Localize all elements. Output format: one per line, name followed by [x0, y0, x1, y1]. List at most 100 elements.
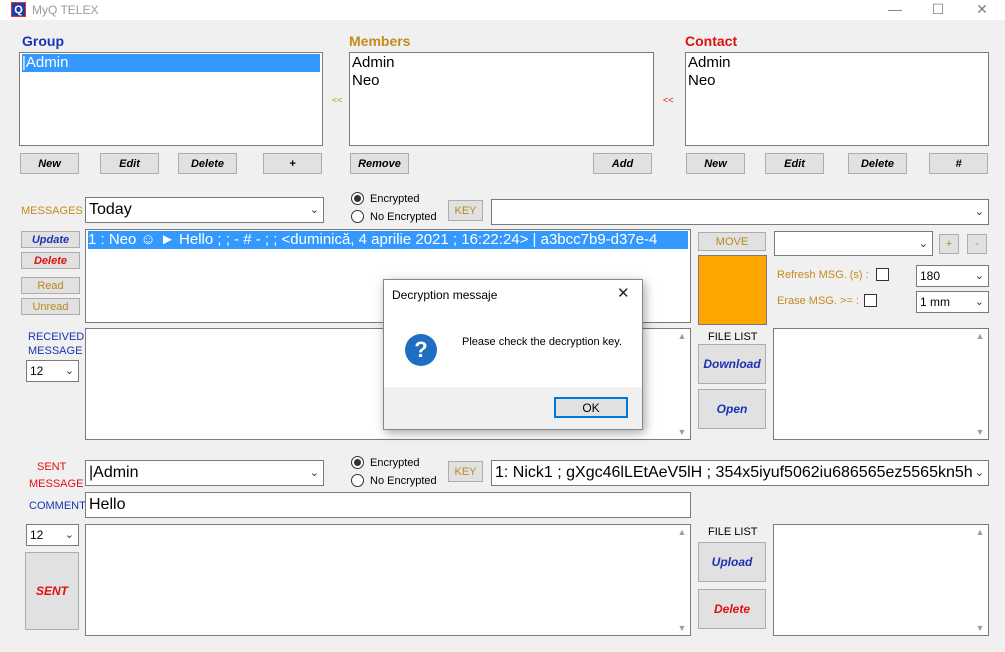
- sent-key-button[interactable]: KEY: [448, 461, 483, 482]
- received-file-list[interactable]: ▲ ▼: [773, 328, 989, 440]
- list-item[interactable]: Neo: [352, 72, 651, 90]
- sent-font-size-value: 12: [30, 528, 44, 542]
- dialog-message: Please check the decryption key.: [462, 336, 622, 348]
- move-target-select[interactable]: ⌄: [774, 231, 933, 256]
- dialog-title: Decryption messaje: [392, 288, 498, 302]
- list-item[interactable]: 1 : Neo ☺ ► Hello ; ; - # - ; ; <duminic…: [88, 231, 688, 249]
- delete-message-button[interactable]: Delete: [21, 252, 80, 269]
- list-item[interactable]: |Admin: [22, 54, 320, 72]
- refresh-interval-value: 180: [920, 269, 941, 283]
- upload-button[interactable]: Upload: [698, 542, 766, 582]
- delete-file-button[interactable]: Delete: [698, 589, 766, 629]
- refresh-interval-select[interactable]: 180 ⌄: [916, 265, 989, 287]
- refresh-checkbox[interactable]: [876, 268, 889, 281]
- members-move-arrow[interactable]: <<: [332, 95, 343, 105]
- messages-filter-select[interactable]: Today ⌄: [85, 197, 324, 223]
- comment-input[interactable]: Hello: [85, 492, 691, 518]
- scrollbar[interactable]: ▲ ▼: [972, 329, 988, 439]
- sent-label-line1: SENT: [37, 461, 67, 473]
- contact-delete-button[interactable]: Delete: [848, 153, 907, 174]
- list-item[interactable]: Neo: [688, 72, 986, 90]
- erase-interval-select[interactable]: 1 mm ⌄: [916, 291, 989, 313]
- scroll-up-icon[interactable]: ▲: [972, 527, 988, 537]
- refresh-label: Refresh MSG. (s) :: [777, 269, 869, 281]
- contact-new-button[interactable]: New: [686, 153, 745, 174]
- chevron-down-icon: ⌄: [64, 529, 74, 541]
- erase-interval-value: 1 mm: [920, 295, 950, 309]
- chevron-down-icon: ⌄: [64, 365, 74, 377]
- messages-key-button[interactable]: KEY: [448, 200, 483, 221]
- sent-file-list[interactable]: ▲ ▼: [773, 524, 989, 636]
- update-button[interactable]: Update: [21, 231, 80, 248]
- scroll-down-icon[interactable]: ▼: [972, 623, 988, 633]
- members-list[interactable]: Admin Neo: [349, 52, 654, 146]
- received-font-size-select[interactable]: 12 ⌄: [26, 360, 79, 382]
- sent-no-encrypted-radio[interactable]: [351, 474, 364, 487]
- scrollbar[interactable]: ▲ ▼: [674, 525, 690, 635]
- messages-label: MESSAGES: [21, 205, 83, 217]
- sent-message-area[interactable]: ▲ ▼: [85, 524, 691, 636]
- group-add-button[interactable]: +: [263, 153, 322, 174]
- messages-filter-value: Today: [89, 201, 132, 218]
- move-button[interactable]: MOVE: [698, 232, 766, 251]
- members-remove-button[interactable]: Remove: [350, 153, 409, 174]
- sent-encrypted-label: Encrypted: [370, 457, 420, 469]
- close-button[interactable]: ✕: [962, 0, 1002, 20]
- unread-button[interactable]: Unread: [21, 298, 80, 315]
- list-item[interactable]: Admin: [352, 54, 651, 72]
- scroll-down-icon[interactable]: ▼: [674, 427, 690, 437]
- list-item[interactable]: Admin: [688, 54, 986, 72]
- decryption-dialog: Decryption messaje ✕ ? Please check the …: [383, 279, 643, 430]
- minimize-button[interactable]: —: [875, 0, 915, 20]
- chevron-down-icon: ⌄: [309, 204, 319, 216]
- received-file-list-label: FILE LIST: [708, 331, 758, 343]
- sent-font-size-select[interactable]: 12 ⌄: [26, 524, 79, 546]
- received-label-line2: MESSAGE: [28, 345, 83, 357]
- sent-key-value: 1: Nick1 ; gXgc46lLEtAeV5lH ; 354x5iyuf5…: [495, 464, 982, 481]
- comment-label: COMMENT: [29, 500, 86, 512]
- move-minus-button[interactable]: -: [967, 234, 987, 254]
- chevron-down-icon: ⌄: [309, 467, 319, 479]
- download-button[interactable]: Download: [698, 344, 766, 384]
- contact-list[interactable]: Admin Neo: [685, 52, 989, 146]
- open-button[interactable]: Open: [698, 389, 766, 429]
- group-new-button[interactable]: New: [20, 153, 79, 174]
- maximize-button[interactable]: ☐: [918, 0, 958, 20]
- contact-title: Contact: [685, 33, 738, 49]
- title-bar: [0, 0, 1005, 20]
- sent-encrypted-radio[interactable]: [351, 456, 364, 469]
- messages-encrypted-radio[interactable]: [351, 192, 364, 205]
- dialog-close-icon[interactable]: ✕: [617, 284, 630, 302]
- sent-label-line2: MESSAGE: [29, 478, 84, 490]
- group-edit-button[interactable]: Edit: [100, 153, 159, 174]
- group-delete-button[interactable]: Delete: [178, 153, 237, 174]
- scroll-up-icon[interactable]: ▲: [674, 331, 690, 341]
- scroll-up-icon[interactable]: ▲: [674, 527, 690, 537]
- messages-no-encrypted-radio[interactable]: [351, 210, 364, 223]
- sent-recipient-select[interactable]: |Admin ⌄: [85, 460, 324, 486]
- scrollbar[interactable]: ▲ ▼: [972, 525, 988, 635]
- scroll-down-icon[interactable]: ▼: [972, 427, 988, 437]
- scroll-up-icon[interactable]: ▲: [972, 331, 988, 341]
- messages-key-select[interactable]: ⌄: [491, 199, 989, 225]
- scrollbar[interactable]: ▲ ▼: [674, 329, 690, 439]
- ok-button[interactable]: OK: [554, 397, 628, 418]
- sent-key-select[interactable]: 1: Nick1 ; gXgc46lLEtAeV5lH ; 354x5iyuf5…: [491, 460, 989, 486]
- erase-checkbox[interactable]: [864, 294, 877, 307]
- messages-no-encrypted-label: No Encrypted: [370, 211, 437, 223]
- send-button[interactable]: SENT: [25, 552, 79, 630]
- move-plus-button[interactable]: +: [939, 234, 959, 254]
- chevron-down-icon: ⌄: [974, 270, 984, 282]
- color-swatch[interactable]: [698, 255, 767, 325]
- contact-move-arrow[interactable]: <<: [663, 95, 674, 105]
- comment-value: Hello: [89, 496, 126, 513]
- read-button[interactable]: Read: [21, 277, 80, 294]
- chevron-down-icon: ⌄: [972, 461, 984, 485]
- received-label-line1: RECEIVED: [28, 331, 85, 343]
- dialog-footer: OK: [384, 387, 642, 429]
- contact-hash-button[interactable]: #: [929, 153, 988, 174]
- members-add-button[interactable]: Add: [593, 153, 652, 174]
- contact-edit-button[interactable]: Edit: [765, 153, 824, 174]
- group-list[interactable]: |Admin: [19, 52, 323, 146]
- scroll-down-icon[interactable]: ▼: [674, 623, 690, 633]
